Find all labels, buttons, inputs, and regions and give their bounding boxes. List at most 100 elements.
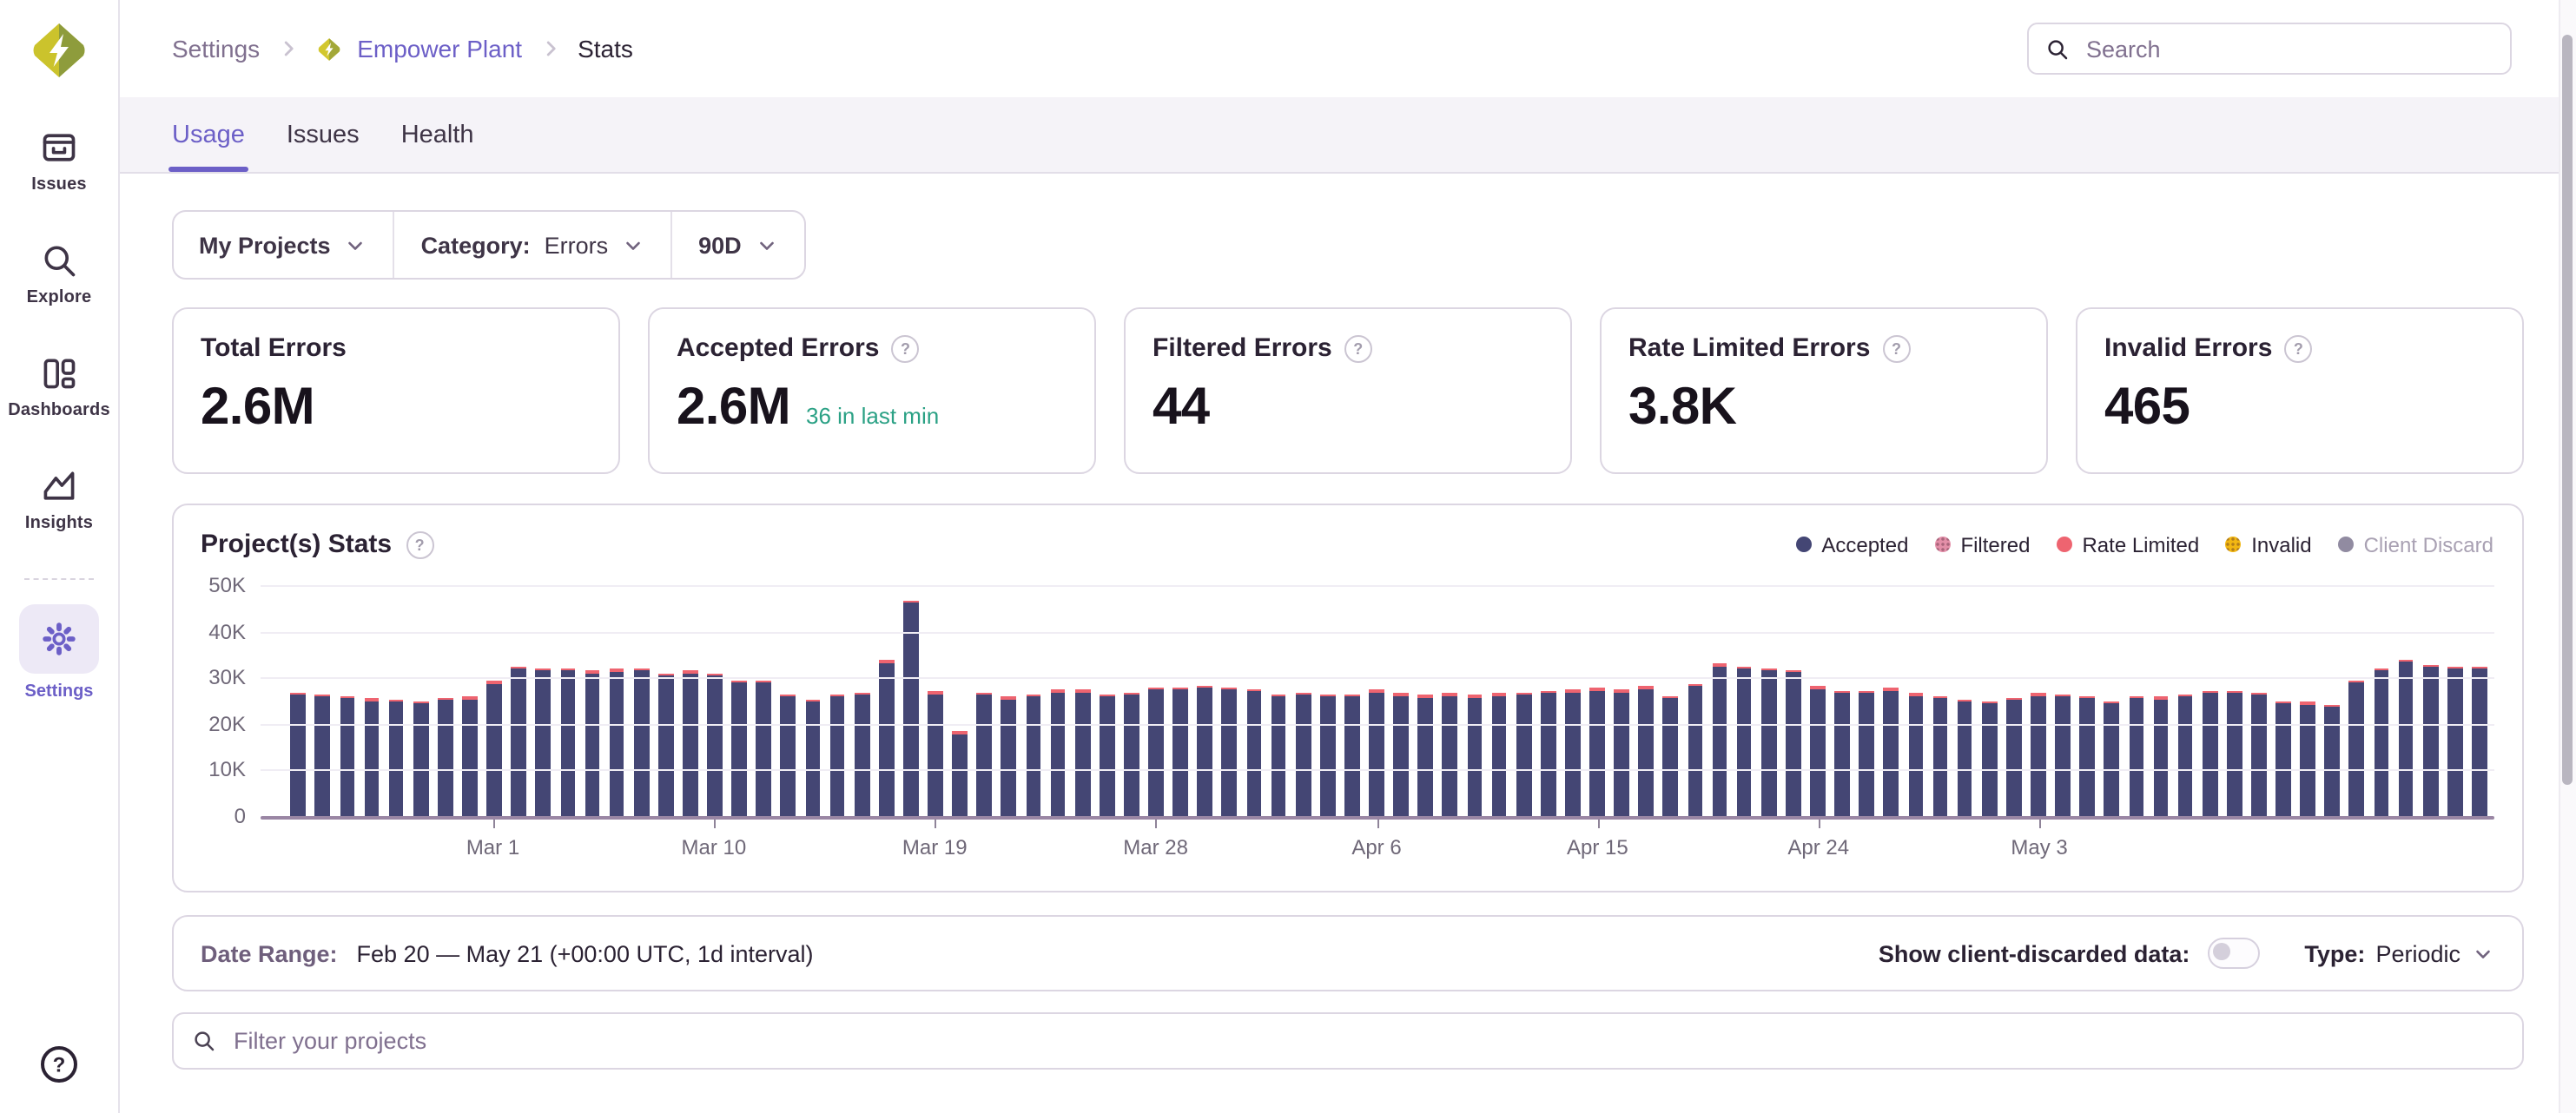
sidebar-item-label: Issues <box>31 175 86 194</box>
help-circle-icon[interactable]: ? <box>1344 334 1372 362</box>
tab-issues[interactable]: Issues <box>287 97 360 172</box>
bar-accepted-segment <box>1124 695 1139 818</box>
chart-bar <box>1491 694 1506 818</box>
bar-accepted-segment <box>977 695 992 819</box>
bar-accepted-segment <box>1467 698 1482 818</box>
chart-bar <box>805 699 820 818</box>
chart-bar <box>1688 684 1702 818</box>
legend-item-rate-limited[interactable]: Rate Limited <box>2056 532 2199 556</box>
x-tick-mark <box>935 820 936 828</box>
chart-bar <box>1982 701 1997 818</box>
legend-dot <box>2225 537 2241 552</box>
help-button[interactable]: ? <box>38 1044 80 1085</box>
client-discard-toggle[interactable] <box>2207 938 2259 969</box>
chart-bar <box>291 693 306 818</box>
bar-accepted-segment <box>1712 667 1727 818</box>
org-logo[interactable] <box>28 19 90 82</box>
legend-item-client-discard[interactable]: Client Discard <box>2338 532 2493 556</box>
sidebar-item-settings[interactable]: Settings <box>19 604 99 701</box>
period-value: 90D <box>698 232 742 258</box>
bar-accepted-segment <box>340 699 354 818</box>
x-tick-mark <box>1597 820 1599 828</box>
chart-bar <box>1786 670 1800 818</box>
bar-accepted-segment <box>879 662 894 818</box>
period-selector[interactable]: 90D <box>670 212 804 278</box>
bar-accepted-segment <box>634 671 649 818</box>
chart-bar <box>512 666 526 818</box>
bar-accepted-segment <box>2227 693 2242 818</box>
chart-bar <box>1614 690 1628 818</box>
sidebar-item-issues[interactable]: Issues <box>31 128 86 194</box>
search-input[interactable] <box>2083 34 2494 63</box>
gridline <box>260 724 2493 726</box>
y-tick-label: 50K <box>208 573 246 597</box>
chart-bar <box>2398 660 2413 818</box>
bar-accepted-segment <box>1026 697 1040 818</box>
chart-bar <box>1124 692 1139 818</box>
chart-bar <box>2374 668 2388 818</box>
bar-accepted-segment <box>1834 694 1849 818</box>
bar-accepted-segment <box>388 701 403 818</box>
category-label: Category: <box>421 232 531 258</box>
legend-item-accepted[interactable]: Accepted <box>1795 532 1908 556</box>
sidebar-item-label: Settings <box>25 682 94 701</box>
help-circle-icon[interactable]: ? <box>891 334 919 362</box>
page-scrollbar[interactable] <box>2559 0 2576 1113</box>
help-circle-icon[interactable]: ? <box>406 530 433 558</box>
bar-accepted-segment <box>1737 668 1752 818</box>
sidebar-item-insights[interactable]: Insights <box>25 467 93 533</box>
chart-bar <box>364 699 379 818</box>
bar-accepted-segment <box>1075 692 1090 818</box>
help-circle-icon[interactable]: ? <box>1882 334 1910 362</box>
category-selector[interactable]: Category: Errors <box>393 212 671 278</box>
tab-strip: Usage Issues Health <box>118 97 2576 174</box>
chart-bar <box>1516 693 1531 818</box>
bar-accepted-segment <box>756 683 771 818</box>
search-icon <box>190 1028 216 1054</box>
chart-bar <box>2006 698 2021 818</box>
chart-bar <box>2447 666 2462 818</box>
main-area: Settings Empower Plant Stats Usage <box>118 0 2576 1070</box>
bar-accepted-segment <box>2153 699 2168 818</box>
legend-item-filtered[interactable]: Filtered <box>1934 532 2030 556</box>
chart-bar <box>2055 695 2070 818</box>
x-tick-mark <box>1819 820 1820 828</box>
chart-bar <box>2177 695 2192 818</box>
bar-accepted-segment <box>1344 697 1359 818</box>
chart-bar <box>2104 701 2119 818</box>
breadcrumb-project[interactable]: Empower Plant <box>357 35 522 63</box>
legend-dot <box>1795 537 1811 552</box>
chart-bar <box>536 668 551 818</box>
chart-bar <box>462 697 477 819</box>
y-tick-label: 0 <box>234 804 246 828</box>
x-tick-mark <box>1377 820 1378 828</box>
project-selector[interactable]: My Projects <box>173 212 393 278</box>
sidebar-item-explore[interactable]: Explore <box>27 241 92 307</box>
legend-item-invalid[interactable]: Invalid <box>2225 532 2311 556</box>
tab-usage[interactable]: Usage <box>172 97 245 172</box>
bar-accepted-segment <box>855 695 869 818</box>
type-selector[interactable]: Type: Periodic <box>2304 940 2493 966</box>
settings-active-highlight <box>19 604 99 674</box>
breadcrumb-settings[interactable]: Settings <box>172 35 260 63</box>
project-filter[interactable] <box>171 1012 2523 1070</box>
help-circle-icon[interactable]: ? <box>2284 334 2312 362</box>
chevron-down-icon <box>2471 942 2493 965</box>
date-range-value: Feb 20 — May 21 (+00:00 UTC, 1d interval… <box>357 940 814 966</box>
project-filter-input[interactable] <box>230 1026 2504 1056</box>
tab-health[interactable]: Health <box>401 97 474 172</box>
bar-accepted-segment <box>2006 700 2021 818</box>
chart-bar <box>2349 680 2364 818</box>
scrollbar-thumb[interactable] <box>2562 35 2573 785</box>
bar-accepted-segment <box>1614 692 1628 818</box>
sidebar-item-dashboards[interactable]: Dashboards <box>8 354 110 420</box>
legend-label: Rate Limited <box>2082 532 2199 556</box>
global-search[interactable] <box>2027 23 2512 75</box>
chevron-right-icon <box>275 36 300 61</box>
bar-accepted-segment <box>364 701 379 818</box>
y-tick-label: 30K <box>208 665 246 689</box>
bar-accepted-segment <box>2472 669 2487 818</box>
chart-bar <box>1344 695 1359 818</box>
card-value: 2.6M <box>677 379 790 438</box>
chart-bar <box>1957 699 1972 818</box>
